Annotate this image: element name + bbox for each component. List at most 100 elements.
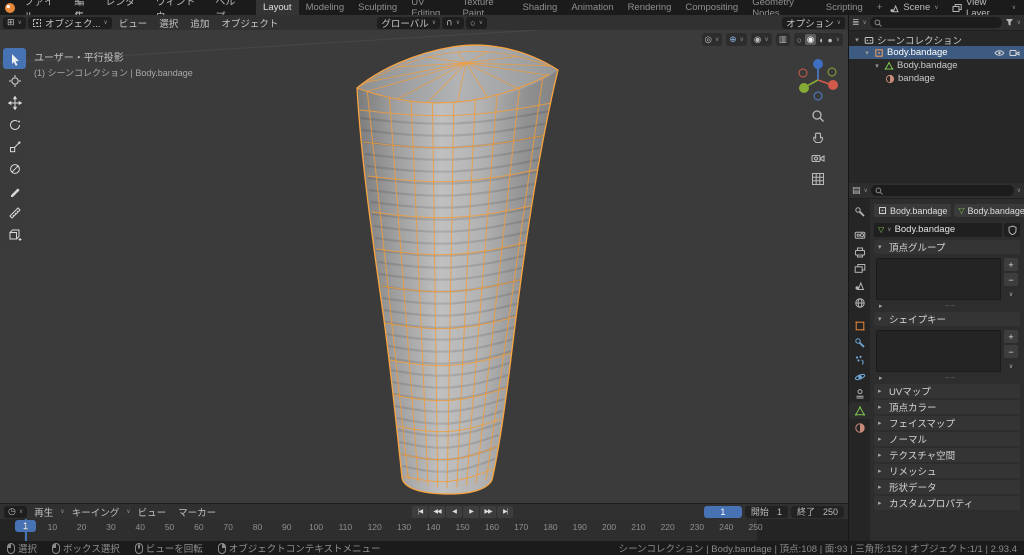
- jump-to-start-button[interactable]: |◀: [412, 506, 428, 518]
- menu-select[interactable]: 選択: [154, 16, 183, 30]
- rotate-tool[interactable]: [3, 114, 26, 135]
- next-keyframe-button[interactable]: ▶▶: [480, 506, 496, 518]
- menu-keying[interactable]: キーイング: [67, 505, 125, 519]
- zoom-view-button[interactable]: [811, 109, 825, 123]
- blender-logo-icon[interactable]: [4, 2, 16, 14]
- list-resize-grip[interactable]: ┉┉: [945, 302, 955, 310]
- orientation-gizmo[interactable]: [794, 54, 842, 102]
- list-filter-toggle[interactable]: ▸: [879, 374, 886, 382]
- cursor-tool[interactable]: [3, 70, 26, 91]
- scene-selector[interactable]: Scene: [903, 2, 930, 13]
- outliner-editor-icon[interactable]: ≣: [852, 17, 860, 28]
- options-dropdown[interactable]: オプション ∨: [782, 17, 845, 29]
- overlays-button[interactable]: ◉ ∨: [751, 33, 772, 46]
- outliner-search-input[interactable]: [870, 17, 1002, 28]
- tab-scene[interactable]: [849, 277, 870, 294]
- object-type-visibility-button[interactable]: ◎ ∨: [702, 33, 723, 46]
- section-texture-space[interactable]: ▸ テクスチャ空間: [874, 448, 1020, 462]
- add-cube-tool[interactable]: [3, 224, 26, 245]
- tab-modifiers[interactable]: [849, 334, 870, 351]
- toggle-ortho-button[interactable]: [811, 172, 825, 186]
- menu-edit[interactable]: 編集: [68, 0, 99, 15]
- start-frame-field[interactable]: 開始 1: [745, 506, 788, 518]
- camera-view-button[interactable]: [811, 151, 825, 165]
- workspace-tab-layout[interactable]: Layout: [256, 0, 299, 15]
- section-normals[interactable]: ▸ ノーマル: [874, 432, 1020, 446]
- viewport-3d[interactable]: ユーザー・平行投影 (1) シーンコレクション | Body.bandage: [0, 30, 848, 503]
- breadcrumb-object[interactable]: Body.bandage: [874, 204, 951, 217]
- transform-orientation-dropdown[interactable]: グローバル ∨: [377, 17, 440, 29]
- outliner-row-object[interactable]: ▾ Body.bandage: [849, 46, 1024, 59]
- outliner-row-mesh-data[interactable]: ▾ Body.bandage: [849, 59, 1024, 72]
- menu-marker[interactable]: マーカー: [173, 505, 221, 519]
- shading-wireframe-button[interactable]: ○: [797, 35, 802, 45]
- box-select-tool[interactable]: [3, 48, 26, 69]
- list-resize-grip[interactable]: ┉┉: [945, 374, 955, 382]
- previous-keyframe-button[interactable]: ◀◀: [429, 506, 445, 518]
- annotate-tool[interactable]: [3, 180, 26, 201]
- section-remesh[interactable]: ▸ リメッシュ: [874, 464, 1020, 478]
- gizmos-button[interactable]: ⊕ ∨: [726, 33, 747, 46]
- add-vertex-group-button[interactable]: +: [1004, 258, 1018, 271]
- tab-material[interactable]: [849, 419, 870, 436]
- tab-object-data[interactable]: [849, 402, 870, 419]
- outliner-row-scene-collection[interactable]: ▾ シーンコレクション: [849, 33, 1024, 46]
- section-header[interactable]: ▾ シェイプキー: [874, 312, 1020, 326]
- tab-world[interactable]: [849, 294, 870, 311]
- workspace-tab-shading[interactable]: Shading: [515, 0, 564, 15]
- section-face-maps[interactable]: ▸ フェイスマップ: [874, 416, 1020, 430]
- menu-render[interactable]: レンダー: [99, 0, 149, 15]
- timeline-editor-type-button[interactable]: ◷ ∨: [4, 506, 27, 518]
- xray-toggle[interactable]: ▥: [776, 33, 790, 46]
- menu-help[interactable]: ヘルプ: [209, 0, 250, 15]
- shading-material-button[interactable]: ◐: [819, 35, 824, 45]
- pan-view-button[interactable]: [811, 130, 825, 144]
- editor-type-button[interactable]: ⊞ ∨: [3, 17, 26, 29]
- vertex-groups-list[interactable]: [876, 258, 1001, 300]
- jump-to-end-button[interactable]: ▶|: [497, 506, 513, 518]
- measure-tool[interactable]: [3, 202, 26, 223]
- transform-tool[interactable]: [3, 158, 26, 179]
- tab-render[interactable]: [849, 226, 870, 243]
- menu-file[interactable]: ファイル: [18, 0, 68, 15]
- breadcrumb-data[interactable]: ▽ Body.bandage: [954, 204, 1024, 217]
- play-reverse-button[interactable]: ◀: [446, 506, 462, 518]
- mesh-datablock-field[interactable]: ▽ ∨ Body.bandage: [874, 223, 1002, 237]
- timeline-ruler[interactable]: 1 11020304050607080901001101201301401501…: [0, 519, 848, 541]
- shading-solid-button[interactable]: ◉: [805, 34, 816, 45]
- add-workspace-button[interactable]: +: [870, 0, 890, 15]
- shape-keys-list[interactable]: [876, 330, 1001, 372]
- add-shape-key-button[interactable]: +: [1004, 330, 1018, 343]
- tab-output[interactable]: [849, 243, 870, 260]
- menu-playback[interactable]: 再生: [29, 505, 58, 519]
- menu-view[interactable]: ビュー: [114, 16, 153, 30]
- menu-add[interactable]: 追加: [185, 16, 214, 30]
- shading-rendered-button[interactable]: ●: [827, 35, 832, 45]
- play-button[interactable]: ▶: [463, 506, 479, 518]
- outliner-row-material[interactable]: bandage: [849, 72, 1024, 85]
- workspace-tab-geometry-nodes[interactable]: Geometry Nodes: [745, 0, 819, 15]
- workspace-tab-scripting[interactable]: Scripting: [819, 0, 870, 15]
- move-tool[interactable]: [3, 92, 26, 113]
- end-frame-field[interactable]: 終了 250: [791, 506, 844, 518]
- scale-tool[interactable]: [3, 136, 26, 157]
- fake-user-button[interactable]: [1004, 223, 1020, 237]
- properties-editor-icon[interactable]: ▤: [852, 185, 861, 196]
- current-frame-field[interactable]: 1: [704, 506, 742, 518]
- snap-toggle[interactable]: ∪ ∨: [442, 17, 464, 29]
- tab-particles[interactable]: [849, 351, 870, 368]
- section-uv-maps[interactable]: ▸ UVマップ: [874, 384, 1020, 398]
- workspace-tab-sculpting[interactable]: Sculpting: [351, 0, 404, 15]
- vertex-group-specials-button[interactable]: ∨: [1004, 288, 1018, 301]
- expand-caret-icon[interactable]: ▾: [863, 49, 871, 57]
- workspace-tab-rendering[interactable]: Rendering: [621, 0, 679, 15]
- tab-tool[interactable]: [849, 203, 870, 220]
- tab-object[interactable]: [849, 317, 870, 334]
- menu-window[interactable]: ウィンドウ: [150, 0, 210, 15]
- tab-constraints[interactable]: [849, 385, 870, 402]
- filter-icon[interactable]: [1005, 18, 1014, 27]
- workspace-tab-texture-paint[interactable]: Texture Paint: [455, 0, 515, 15]
- tab-physics[interactable]: [849, 368, 870, 385]
- hide-in-viewport-icon[interactable]: [994, 49, 1005, 57]
- tab-view-layer[interactable]: [849, 260, 870, 277]
